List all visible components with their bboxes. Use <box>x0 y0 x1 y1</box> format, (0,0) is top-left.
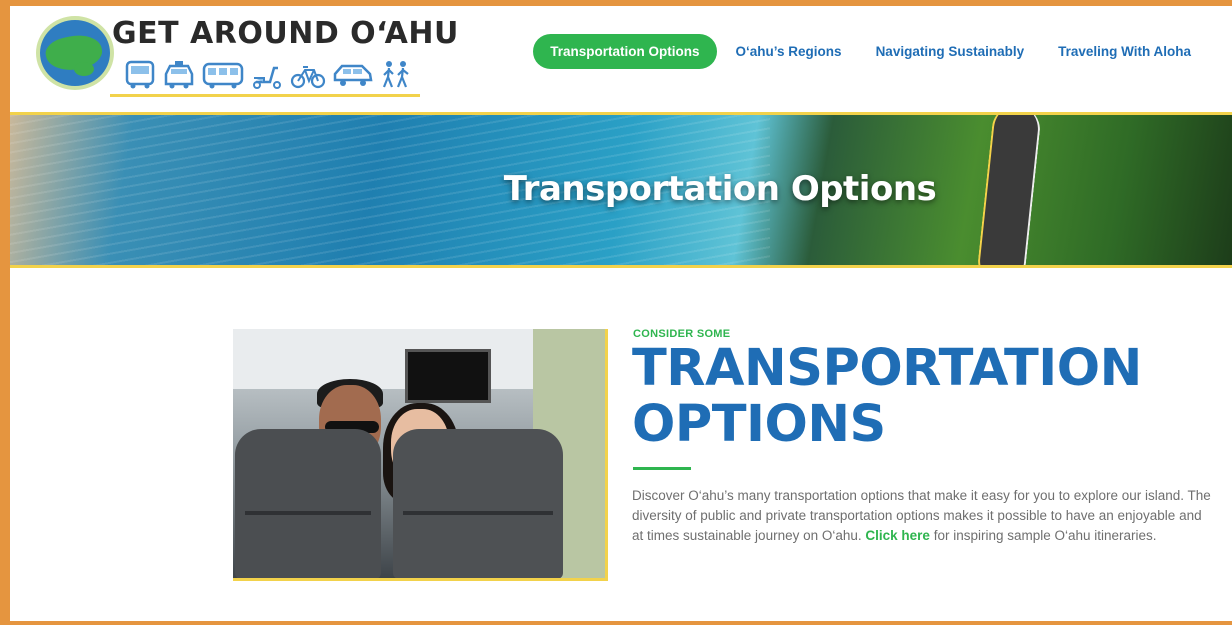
description-text-after: for inspiring sample O‘ahu itineraries. <box>929 528 1157 543</box>
nav-traveling-with-aloha[interactable]: Traveling With Aloha <box>1041 34 1208 69</box>
van-icon <box>202 62 244 89</box>
bicycle-icon <box>290 66 326 89</box>
site-header: GET AROUND O‘AHU Transportation Options … <box>10 6 1232 112</box>
itineraries-link[interactable]: Click here <box>865 528 930 543</box>
logo-underline <box>110 94 420 97</box>
section-heading-line1: TRANSPORTATION <box>632 339 1142 398</box>
walking-icon <box>382 61 409 88</box>
bus-passengers-photo <box>233 329 608 581</box>
heading-divider <box>633 467 691 470</box>
nav-transportation-options[interactable]: Transportation Options <box>533 34 717 69</box>
logo-transport-icons <box>124 60 412 90</box>
bus-icon <box>125 60 155 89</box>
site-logo[interactable]: GET AROUND O‘AHU <box>32 14 458 98</box>
section-heading-line2: OPTIONS <box>632 395 886 454</box>
scooter-icon <box>253 66 281 89</box>
oahu-globe-icon <box>36 16 114 90</box>
taxi-icon <box>164 61 194 89</box>
hero-banner: Transportation Options <box>10 112 1232 268</box>
nav-navigating-sustainably[interactable]: Navigating Sustainably <box>859 34 1042 69</box>
nav-oahu-regions[interactable]: O‘ahu’s Regions <box>719 34 859 69</box>
hero-title: Transportation Options <box>503 169 937 209</box>
logo-title: GET AROUND O‘AHU <box>112 16 459 51</box>
car-icon <box>333 64 373 86</box>
section-description: Discover O‘ahu’s many transportation opt… <box>632 486 1212 546</box>
section-heading: TRANSPORTATION OPTIONS <box>632 341 1142 453</box>
main-nav: Transportation Options O‘ahu’s Regions N… <box>533 34 1208 69</box>
